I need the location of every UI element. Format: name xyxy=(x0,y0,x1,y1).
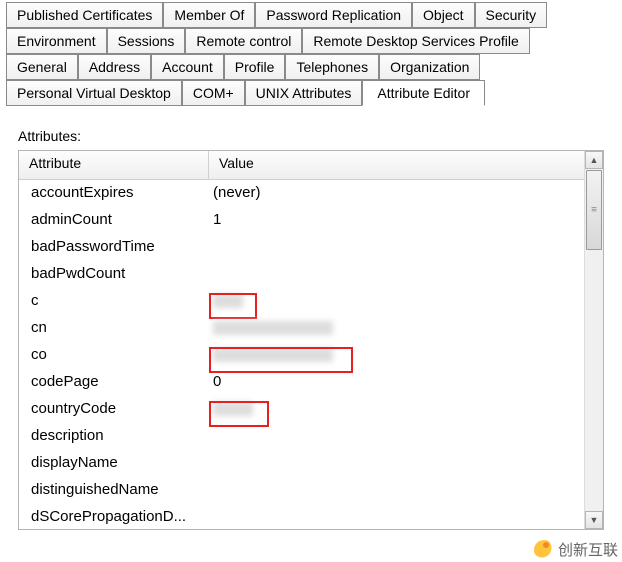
watermark: 创新互联 xyxy=(534,539,618,560)
scroll-thumb[interactable] xyxy=(586,170,602,250)
table-row[interactable]: adminCount1 xyxy=(19,206,585,233)
attribute-name: accountExpires xyxy=(19,184,209,201)
tab-profile[interactable]: Profile xyxy=(224,54,286,80)
tab-remote-desktop-services-profile[interactable]: Remote Desktop Services Profile xyxy=(302,28,529,54)
scroll-down-button[interactable]: ▼ xyxy=(585,511,603,529)
tab-organization[interactable]: Organization xyxy=(379,54,480,80)
table-row[interactable]: co xyxy=(19,341,585,368)
tab-published-certificates[interactable]: Published Certificates xyxy=(6,2,163,28)
watermark-text: 创新互联 xyxy=(558,539,618,560)
attribute-name: codePage xyxy=(19,373,209,390)
redacted-value xyxy=(213,402,253,416)
table-row[interactable]: dSCorePropagationD... xyxy=(19,503,585,529)
tab-unix-attributes[interactable]: UNIX Attributes xyxy=(245,80,363,106)
table-row[interactable]: accountExpires(never) xyxy=(19,179,585,206)
table-row[interactable]: badPasswordTime xyxy=(19,233,585,260)
table-row[interactable]: codePage0 xyxy=(19,368,585,395)
tab-object[interactable]: Object xyxy=(412,2,474,28)
watermark-logo-icon xyxy=(534,540,554,560)
attribute-value xyxy=(209,319,585,336)
vertical-scrollbar[interactable]: ▲ ▼ xyxy=(584,151,603,529)
attribute-name: co xyxy=(19,346,209,363)
attribute-name: cn xyxy=(19,319,209,336)
table-row[interactable]: badPwdCount xyxy=(19,260,585,287)
attribute-value: 1 xyxy=(209,211,585,228)
table-row[interactable]: displayName xyxy=(19,449,585,476)
tab-telephones[interactable]: Telephones xyxy=(285,54,379,80)
redacted-value xyxy=(213,294,243,308)
tab-remote-control[interactable]: Remote control xyxy=(185,28,302,54)
listview-header: Attribute Value xyxy=(19,151,603,180)
attribute-name: distinguishedName xyxy=(19,481,209,498)
attribute-name: displayName xyxy=(19,454,209,471)
table-row[interactable]: countryCode xyxy=(19,395,585,422)
attribute-name: description xyxy=(19,427,209,444)
tab-sessions[interactable]: Sessions xyxy=(107,28,186,54)
tab-password-replication[interactable]: Password Replication xyxy=(255,2,412,28)
tab-strip: Published CertificatesMember OfPassword … xyxy=(0,0,622,106)
attribute-name: dSCorePropagationD... xyxy=(19,508,209,525)
table-row[interactable]: description xyxy=(19,422,585,449)
column-header-attribute[interactable]: Attribute xyxy=(19,151,209,179)
attribute-value: 0 xyxy=(209,373,585,390)
column-header-value[interactable]: Value xyxy=(209,151,603,179)
attribute-name: badPwdCount xyxy=(19,265,209,282)
tab-general[interactable]: General xyxy=(6,54,78,80)
tab-security[interactable]: Security xyxy=(475,2,548,28)
tab-attribute-editor[interactable]: Attribute Editor xyxy=(362,80,485,106)
redacted-value xyxy=(213,321,333,335)
tab-com-[interactable]: COM+ xyxy=(182,80,245,106)
attributes-label: Attributes: xyxy=(18,128,604,144)
tab-personal-virtual-desktop[interactable]: Personal Virtual Desktop xyxy=(6,80,182,106)
tab-member-of[interactable]: Member Of xyxy=(163,2,255,28)
attribute-value xyxy=(209,292,585,309)
attribute-name: c xyxy=(19,292,209,309)
scroll-up-button[interactable]: ▲ xyxy=(585,151,603,169)
redacted-value xyxy=(213,348,333,362)
attribute-value xyxy=(209,346,585,363)
tab-address[interactable]: Address xyxy=(78,54,151,80)
attribute-value xyxy=(209,400,585,417)
listview-body: accountExpires(never)adminCount1badPassw… xyxy=(19,179,585,529)
table-row[interactable]: distinguishedName xyxy=(19,476,585,503)
table-row[interactable]: cn xyxy=(19,314,585,341)
attribute-name: adminCount xyxy=(19,211,209,228)
tab-content: Attributes: Attribute Value accountExpir… xyxy=(0,106,622,530)
attribute-name: badPasswordTime xyxy=(19,238,209,255)
attribute-value: (never) xyxy=(209,184,585,201)
tab-environment[interactable]: Environment xyxy=(6,28,107,54)
table-row[interactable]: c xyxy=(19,287,585,314)
attribute-name: countryCode xyxy=(19,400,209,417)
tab-account[interactable]: Account xyxy=(151,54,224,80)
attributes-listview[interactable]: Attribute Value accountExpires(never)adm… xyxy=(18,150,604,530)
